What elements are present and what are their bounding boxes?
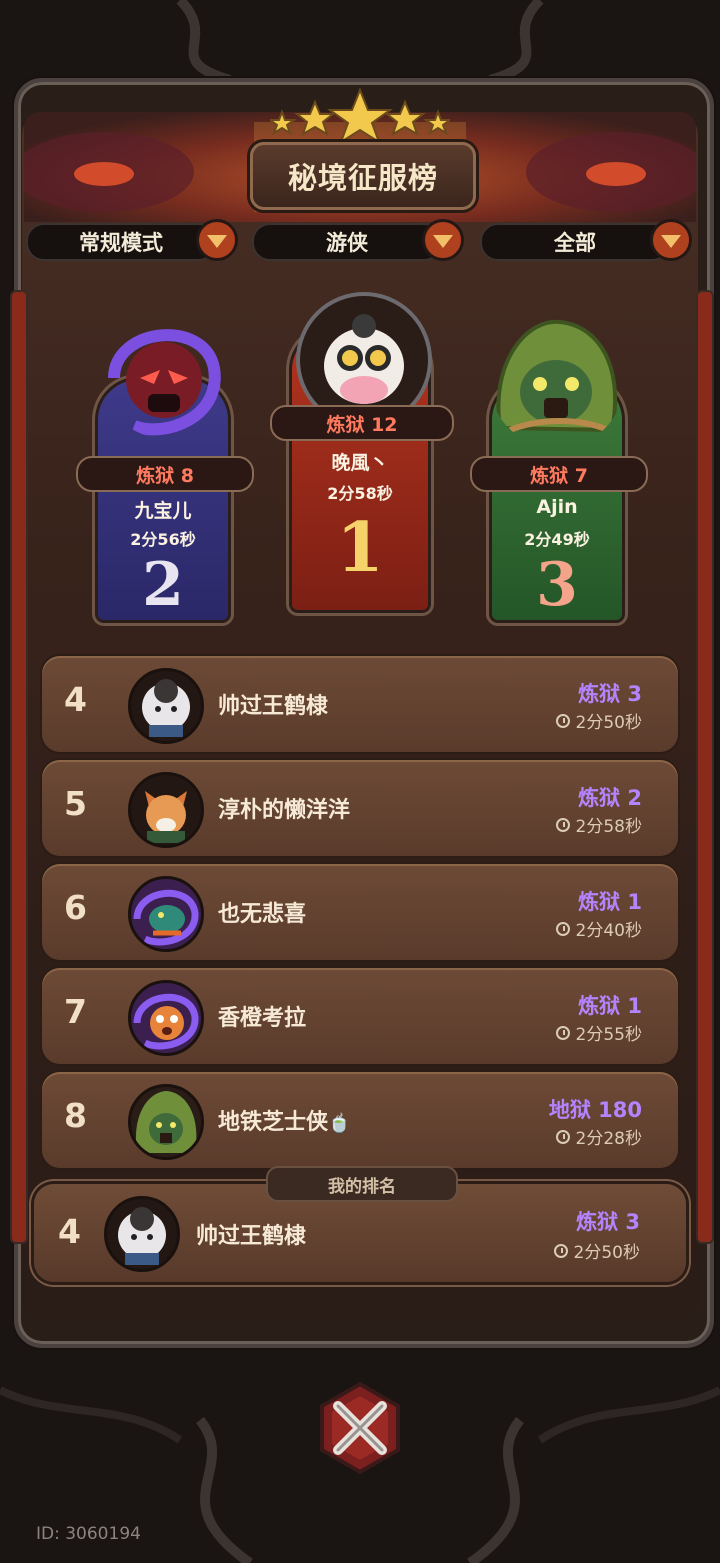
chevron-down-icon[interactable] (650, 219, 692, 261)
fox-icon (128, 772, 204, 848)
clear-time-text: 2分55秒 (575, 1025, 642, 1045)
dragon-icon (128, 876, 204, 952)
right-rail (696, 290, 714, 1244)
place-number: 3 (536, 550, 578, 620)
player-name: Ajin (536, 496, 578, 518)
place-number: 2 (142, 550, 184, 620)
player-time: 2分58秒 (327, 484, 393, 503)
clear-time-text: 2分28秒 (575, 1129, 642, 1149)
player-id: ID: 3060194 (36, 1524, 141, 1544)
clock-icon (555, 713, 570, 728)
scope-filter-label: 全部 (480, 223, 670, 261)
mode-filter[interactable]: 常规模式 (26, 219, 238, 261)
difficulty-level: 炼狱 2 (578, 786, 642, 810)
difficulty-level: 炼狱 3 (578, 682, 642, 706)
rank-number: 6 (64, 888, 87, 927)
clear-time: 2分55秒 (555, 1020, 642, 1045)
tiger-icon (128, 980, 204, 1056)
rank-number: 5 (64, 784, 87, 823)
my-difficulty-level: 炼狱 3 (576, 1210, 640, 1234)
ranking-row[interactable]: 5 淳朴的懒洋洋 炼狱 2 2分58秒 (42, 760, 678, 856)
difficulty-plate: 炼狱 7 (470, 456, 648, 492)
player-name: 也无悲喜 (218, 902, 307, 927)
my-rank-tab: 我的排名 (266, 1166, 458, 1202)
ranking-row[interactable]: 6 也无悲喜 炼狱 1 2分40秒 (42, 864, 678, 960)
scope-filter[interactable]: 全部 (480, 219, 692, 261)
clear-time-text: 2分40秒 (575, 921, 642, 941)
difficulty-level: 炼狱 1 (578, 890, 642, 914)
clock-icon (553, 1243, 568, 1258)
clear-time: 2分40秒 (555, 916, 642, 941)
dark-fiend-icon (104, 318, 222, 438)
difficulty-level: 地狱 180 (548, 1098, 642, 1122)
place-number: 1 (336, 508, 384, 588)
rank-number: 8 (64, 1096, 87, 1135)
clock-icon (555, 921, 570, 936)
clear-time: 2分58秒 (555, 812, 642, 837)
player-name: 帅过王鹤棣 (218, 694, 329, 719)
left-rail (10, 290, 28, 1244)
page-title-text: 秘境征服榜 (287, 161, 438, 195)
clear-time-text: 2分50秒 (575, 713, 642, 733)
clock-icon (555, 1129, 570, 1144)
player-name: 晚風丶 (331, 452, 389, 474)
clear-time: 2分50秒 (555, 708, 642, 733)
my-rank-number: 4 (58, 1212, 81, 1251)
ranking-row[interactable]: 8 地铁芝士侠🍵 地狱 180 2分28秒 (42, 1072, 678, 1168)
sheep-icon (104, 1196, 180, 1272)
my-clear-time-text: 2分50秒 (573, 1243, 640, 1263)
chevron-down-icon[interactable] (196, 219, 238, 261)
mode-filter-label: 常规模式 (26, 223, 216, 261)
difficulty-plate: 炼狱 8 (76, 456, 254, 492)
clock-icon (555, 1025, 570, 1040)
page-title: 秘境征服榜 (250, 142, 476, 210)
ranking-row[interactable]: 4 帅过王鹤棣 炼狱 3 2分50秒 (42, 656, 678, 752)
stars-icon (270, 88, 450, 142)
player-time: 2分56秒 (130, 530, 196, 549)
class-filter[interactable]: 游侠 (252, 219, 464, 261)
player-name: 地铁芝士侠🍵 (218, 1104, 350, 1136)
clear-time-text: 2分58秒 (575, 817, 642, 837)
player-time: 2分49秒 (524, 530, 590, 549)
ranking-row[interactable]: 7 香橙考拉 炼狱 1 2分55秒 (42, 968, 678, 1064)
clear-time: 2分28秒 (555, 1124, 642, 1149)
rank-number: 4 (64, 680, 87, 719)
chevron-down-icon[interactable] (422, 219, 464, 261)
class-filter-label: 游侠 (252, 223, 442, 261)
close-icon[interactable] (310, 1378, 410, 1478)
player-name: 淳朴的懒洋洋 (218, 798, 351, 823)
difficulty-level: 炼狱 1 (578, 994, 642, 1018)
player-name: 香橙考拉 (218, 1006, 307, 1031)
clock-icon (555, 817, 570, 832)
rank-number: 7 (64, 992, 87, 1031)
sheep-icon (128, 668, 204, 744)
my-clear-time: 2分50秒 (553, 1238, 640, 1263)
player-name-text: 地铁芝士侠 (218, 1110, 329, 1135)
tea-badge-icon: 🍵 (328, 1113, 351, 1134)
player-name: 九宝儿 (134, 500, 192, 522)
difficulty-plate: 炼狱 12 (270, 405, 454, 441)
my-player-name: 帅过王鹤棣 (196, 1224, 307, 1249)
hooded-frog-icon (490, 318, 624, 448)
hooded-frog-icon (128, 1084, 204, 1160)
